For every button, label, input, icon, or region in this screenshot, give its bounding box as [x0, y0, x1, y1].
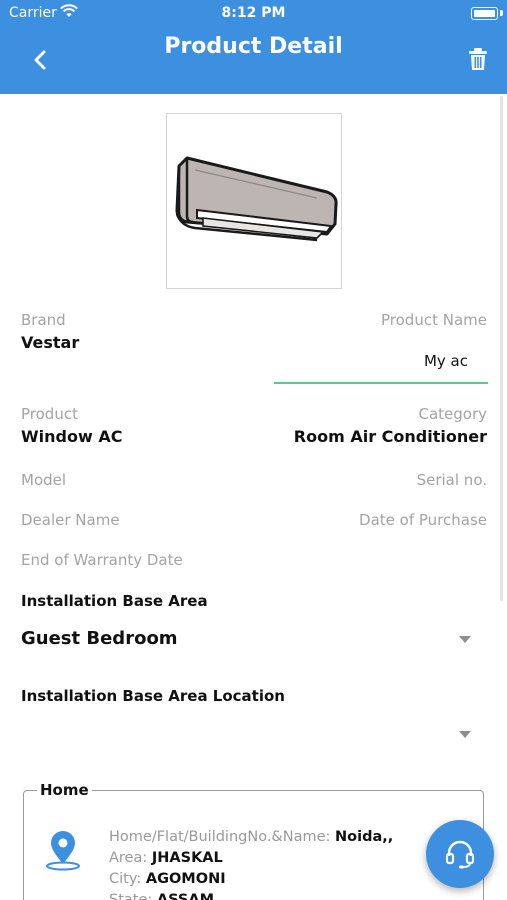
trash-icon: [469, 48, 487, 70]
purchase-date-label: Date of Purchase: [359, 511, 487, 529]
installation-area-label: Installation Base Area: [21, 592, 208, 610]
battery-icon: [471, 7, 498, 20]
product-name-input[interactable]: [274, 340, 488, 384]
brand-label: Brand: [21, 311, 66, 329]
address-card[interactable]: [23, 790, 484, 900]
address-area: Area: JHASKAL: [109, 850, 223, 866]
status-time: 8:12 PM: [221, 5, 286, 21]
installation-location-dropdown[interactable]: [21, 717, 481, 753]
delete-button[interactable]: [465, 46, 491, 72]
category-label: Category: [418, 405, 487, 423]
chevron-down-icon: [459, 731, 471, 738]
product-image[interactable]: [166, 113, 342, 289]
location-pin-icon: [42, 830, 84, 872]
address-state: State: ASSAM: [109, 892, 214, 900]
product-type-value: Window AC: [21, 427, 123, 446]
scroll-indicator[interactable]: [500, 96, 503, 601]
address-line-1: Home/Flat/BuildingNo.&Name: Noida,,: [109, 829, 394, 845]
address-legend: Home: [37, 781, 92, 799]
warranty-label: End of Warranty Date: [21, 551, 183, 569]
product-name-label: Product Name: [381, 311, 487, 329]
status-bar: Carrier 8:12 PM: [0, 0, 507, 28]
installation-area-value: Guest Bedroom: [21, 628, 178, 649]
app-header: Carrier 8:12 PM Product Detail: [0, 0, 507, 94]
installation-area-dropdown[interactable]: Guest Bedroom: [21, 622, 481, 658]
serial-label: Serial no.: [416, 471, 487, 489]
model-label: Model: [21, 471, 67, 489]
brand-value: Vestar: [21, 333, 80, 352]
installation-location-label: Installation Base Area Location: [21, 687, 285, 705]
headset-icon: [445, 840, 475, 869]
support-button[interactable]: [426, 820, 494, 888]
address-city: City: AGOMONI: [109, 871, 226, 887]
chevron-down-icon: [459, 636, 471, 643]
battery-tip: [500, 10, 503, 16]
dealer-label: Dealer Name: [21, 511, 120, 529]
category-value: Room Air Conditioner: [293, 427, 487, 446]
page-title: Product Detail: [164, 34, 343, 59]
air-conditioner-image: [175, 156, 338, 242]
product-type-label: Product: [21, 405, 78, 423]
